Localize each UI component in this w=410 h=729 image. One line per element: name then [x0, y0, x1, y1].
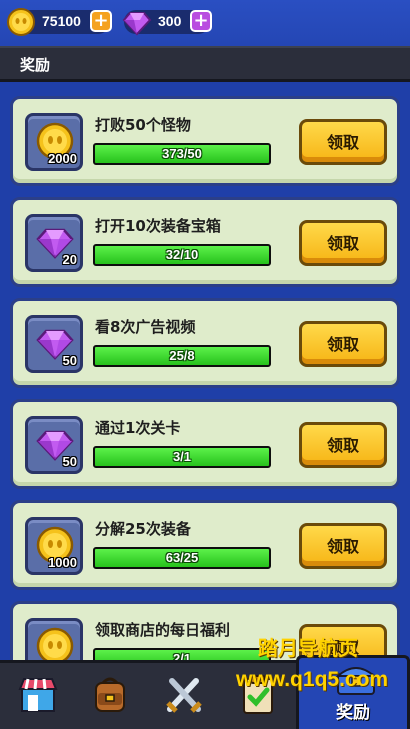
resource-bar: 75100 + 300 + [0, 0, 410, 46]
gold-amount: 75100 [42, 13, 81, 29]
progress-bar: 373/50 [93, 143, 271, 165]
reward-amount: 50 [62, 454, 77, 469]
reward-amount: 20 [62, 252, 77, 267]
add-gems-button[interactable]: + [190, 10, 212, 32]
reward-amount: 50 [62, 353, 77, 368]
progress-bar: 2/1 [93, 648, 271, 660]
progress-bar: 32/10 [93, 244, 271, 266]
quest-card: 2000 打败50个怪物 373/50 领取 [10, 96, 400, 186]
progress-bar: 3/1 [93, 446, 271, 468]
progress-text: 373/50 [162, 146, 202, 161]
coin-icon [36, 627, 74, 660]
reward-slot: 2000 [25, 113, 83, 171]
claim-button[interactable]: 领取 [299, 321, 387, 367]
quest-title: 领取商店的每日福利 [95, 621, 231, 639]
progress-text: 25/8 [169, 348, 195, 363]
quest-title: 打败50个怪物 [95, 116, 191, 134]
nav-rewards-tab[interactable]: 奖励 [296, 655, 410, 729]
progress-text: 32/10 [165, 247, 199, 262]
gold-counter: 75100 + [7, 8, 112, 36]
quest-card: 50 看8次广告视频 25/8 领取 [10, 298, 400, 388]
reward-slot: 50 [25, 315, 83, 373]
reward-slot: 50 [25, 416, 83, 474]
watermark-title: 踏月导航页 [258, 636, 358, 660]
progress-text: 63/25 [165, 550, 199, 565]
backpack-icon[interactable] [86, 671, 134, 719]
quest-title: 分解25次装备 [95, 520, 191, 538]
gem-counter: 300 + [122, 10, 212, 36]
claim-button[interactable]: 领取 [299, 119, 387, 165]
claim-button[interactable]: 领取 [299, 523, 387, 569]
progress-bar: 63/25 [93, 547, 271, 569]
claim-button[interactable]: 领取 [299, 422, 387, 468]
quest-title: 打开10次装备宝箱 [95, 217, 221, 235]
progress-text: 2/1 [172, 651, 192, 660]
page-title: 奖励 [20, 56, 51, 74]
quest-list[interactable]: 2000 打败50个怪物 373/50 领取 20 打开10次装备宝箱 32/1… [0, 82, 410, 660]
reward-slot: 20 [25, 214, 83, 272]
reward-amount: 1000 [48, 555, 77, 570]
add-gold-button[interactable]: + [90, 10, 112, 32]
coin-icon [7, 8, 35, 36]
crossed-swords-icon[interactable] [160, 671, 208, 719]
quest-card: 20 打开10次装备宝箱 32/10 领取 [10, 197, 400, 287]
watermark-url: www.q1q5.com [236, 668, 389, 691]
quest-card: 50 通过1次关卡 3/1 领取 [10, 399, 400, 489]
quest-card: 1000 分解25次装备 63/25 领取 [10, 500, 400, 590]
reward-amount: 2000 [48, 151, 77, 166]
nav-rewards-label: 奖励 [336, 703, 370, 723]
claim-button[interactable]: 领取 [299, 220, 387, 266]
shop-icon[interactable] [14, 671, 62, 719]
quest-title: 通过1次关卡 [95, 419, 181, 437]
progress-bar: 25/8 [93, 345, 271, 367]
gem-amount: 300 [158, 13, 182, 29]
page-header: 奖励 [0, 46, 410, 82]
reward-slot: 1000 [25, 517, 83, 575]
progress-text: 3/1 [172, 449, 192, 464]
gem-icon [122, 12, 152, 36]
reward-slot [25, 618, 83, 660]
quest-title: 看8次广告视频 [95, 318, 196, 336]
